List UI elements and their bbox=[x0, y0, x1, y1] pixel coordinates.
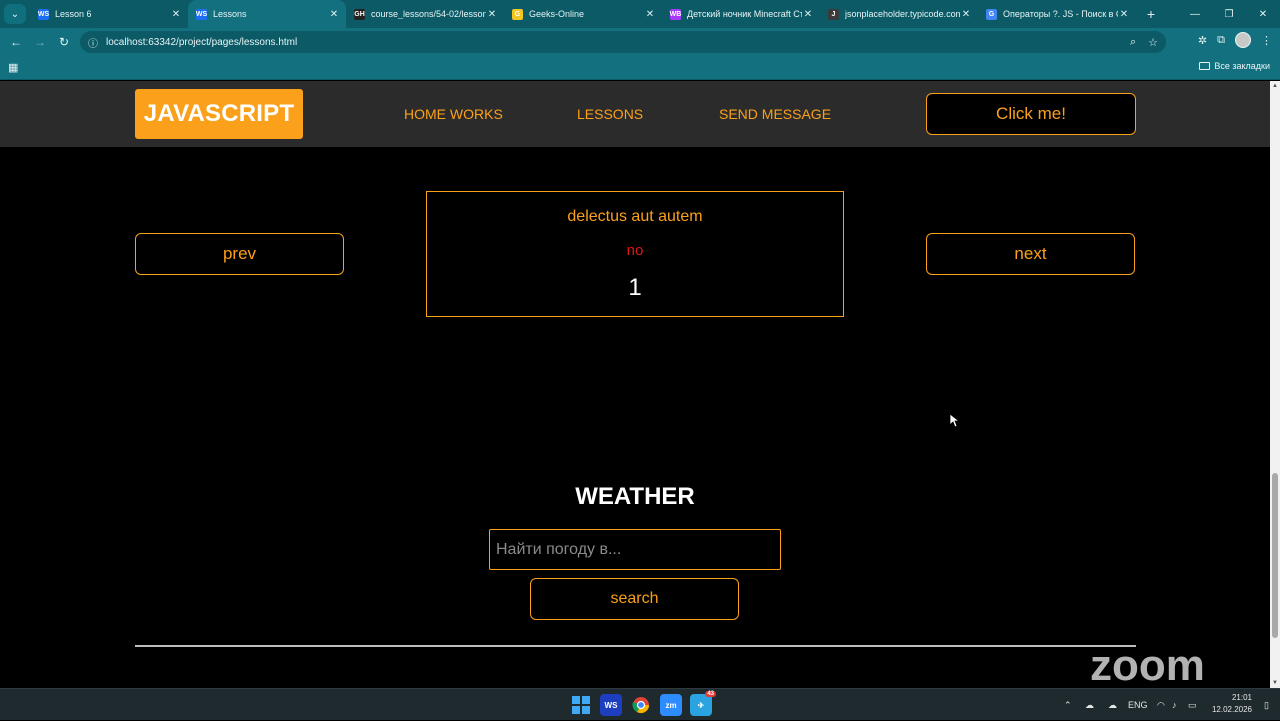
scroll-down-icon[interactable]: ▼ bbox=[1272, 680, 1278, 686]
browser-tab-strip: ⌄ WS Lesson 6 ✕ WS Lessons ✕ GH course_lessons/… bbox=[0, 0, 1280, 28]
nav-link-lessons[interactable]: LESSONS bbox=[577, 106, 643, 122]
site-header: JAVASCRIPT HOME WORKS LESSONS SEND MESSA… bbox=[0, 81, 1270, 147]
page-scrollbar[interactable]: ▲ ▼ bbox=[1270, 81, 1280, 688]
nav-link-home-works[interactable]: HOME WORKS bbox=[404, 106, 503, 122]
webstorm-app-icon[interactable]: WS bbox=[600, 694, 622, 716]
tab-title: Geeks-Online bbox=[529, 9, 585, 19]
tab-favicon-icon: WS bbox=[195, 8, 208, 20]
tab-favicon-icon: G bbox=[512, 8, 523, 20]
all-bookmarks-button[interactable]: Все закладки bbox=[1199, 61, 1270, 71]
new-tab-plus-icon[interactable]: + bbox=[1140, 6, 1162, 22]
windows-start-icon[interactable] bbox=[570, 694, 592, 716]
forward-arrow-icon[interactable]: → bbox=[28, 30, 52, 54]
tab-close-icon[interactable]: ✕ bbox=[802, 9, 814, 20]
system-clock[interactable]: 21:01 12.02.2026 bbox=[1212, 692, 1252, 716]
site-info-icon[interactable]: ⓘ bbox=[88, 35, 98, 50]
page-viewport: JAVASCRIPT HOME WORKS LESSONS SEND MESSA… bbox=[0, 81, 1270, 688]
zoom-watermark: zoom bbox=[1090, 641, 1205, 688]
zoom-magnifier-icon[interactable]: ⌕ bbox=[1130, 36, 1136, 49]
browser-tab[interactable]: GH course_lessons/54-02/lesson6/...✕ bbox=[346, 0, 504, 28]
restore-icon[interactable]: ❐ bbox=[1212, 0, 1246, 28]
next-button[interactable]: next bbox=[926, 233, 1135, 275]
scroll-thumb[interactable] bbox=[1272, 473, 1278, 638]
tab-title: Lessons bbox=[213, 9, 247, 19]
tab-favicon-icon: G bbox=[986, 8, 997, 20]
tab-close-icon[interactable]: ✕ bbox=[644, 9, 656, 20]
toolbar-actions: ✲ ⧉ ⋮ bbox=[1198, 32, 1272, 48]
chrome-app-icon[interactable] bbox=[630, 694, 652, 716]
clock-date: 12.02.2026 bbox=[1211, 705, 1252, 714]
todo-title: delectus aut autem bbox=[567, 208, 703, 225]
back-arrow-icon[interactable]: ← bbox=[4, 30, 28, 54]
weather-search-input[interactable] bbox=[489, 529, 781, 570]
scroll-up-icon[interactable]: ▲ bbox=[1272, 83, 1278, 89]
zoom-app-icon[interactable]: zm bbox=[660, 694, 682, 716]
divider-line bbox=[135, 645, 1136, 647]
extension-icon[interactable]: ✲ bbox=[1198, 34, 1207, 47]
browser-tab[interactable]: WB Детский ночник Minecraft Сти...✕ bbox=[662, 0, 820, 28]
mouse-cursor-icon bbox=[950, 414, 960, 428]
tab-list: WS Lesson 6 ✕ WS Lessons ✕ GH course_lessons/54… bbox=[30, 0, 1136, 28]
telegram-unread-badge: 43 bbox=[705, 691, 716, 697]
wifi-icon[interactable]: ◠ bbox=[1157, 689, 1165, 721]
input-language[interactable]: ENG bbox=[1128, 689, 1148, 721]
browser-toolbar: ← → ↻ ⓘ localhost:63342/project/pages/le… bbox=[0, 28, 1280, 56]
browser-tab[interactable]: WS Lesson 6 ✕ bbox=[30, 0, 188, 28]
windows-taskbar: WS zm ✈ 43 ⌃ ☁ ☁ ENG ◠ ♪ ▭ 21:01 12.02.20… bbox=[0, 688, 1280, 720]
tab-close-icon[interactable]: ✕ bbox=[328, 9, 340, 20]
click-me-button[interactable]: Click me! bbox=[926, 93, 1136, 135]
tab-title: Детский ночник Minecraft Сти... bbox=[687, 9, 802, 19]
apps-grid-icon[interactable]: ▦ bbox=[8, 61, 18, 74]
browser-tab[interactable]: WS Lessons ✕ bbox=[188, 0, 346, 28]
bookmark-star-icon[interactable]: ☆ bbox=[1148, 36, 1158, 49]
weather-search-button[interactable]: search bbox=[530, 578, 739, 620]
all-bookmarks-label: Все закладки bbox=[1214, 61, 1270, 71]
site-logo[interactable]: JAVASCRIPT bbox=[135, 89, 303, 139]
tab-close-icon[interactable]: ✕ bbox=[170, 9, 182, 20]
reload-icon[interactable]: ↻ bbox=[52, 30, 76, 54]
tab-favicon-icon: WB bbox=[669, 8, 682, 20]
tab-close-icon[interactable]: ✕ bbox=[486, 9, 498, 20]
address-bar[interactable]: ⓘ localhost:63342/project/pages/lessons.… bbox=[80, 31, 1166, 53]
minimize-icon[interactable]: — bbox=[1178, 0, 1212, 28]
weather-heading: WEATHER bbox=[575, 483, 695, 510]
volume-icon[interactable]: ♪ bbox=[1172, 689, 1177, 721]
profile-avatar[interactable] bbox=[1235, 32, 1251, 48]
prev-button[interactable]: prev bbox=[135, 233, 344, 275]
tab-search-chevron-icon[interactable]: ⌄ bbox=[4, 4, 26, 24]
tab-favicon-icon: J bbox=[828, 8, 839, 20]
folder-icon bbox=[1199, 62, 1211, 70]
tab-favicon-icon: WS bbox=[37, 8, 50, 20]
tray-app-icon[interactable]: ☁ bbox=[1085, 689, 1094, 721]
clock-time: 21:01 bbox=[1231, 693, 1252, 702]
tab-close-icon[interactable]: ✕ bbox=[960, 9, 972, 20]
battery-icon[interactable]: ▭ bbox=[1188, 689, 1197, 721]
tab-favicon-icon: GH bbox=[354, 8, 365, 20]
tab-title: Lesson 6 bbox=[55, 9, 92, 19]
url-text[interactable]: localhost:63342/project/pages/lessons.ht… bbox=[106, 37, 1118, 48]
nav-link-send-message[interactable]: SEND MESSAGE bbox=[719, 106, 831, 122]
tab-title: Операторы ?. JS - Поиск в Goo... bbox=[1003, 9, 1118, 19]
close-window-icon[interactable]: ✕ bbox=[1246, 0, 1280, 28]
tray-chevron-icon[interactable]: ⌃ bbox=[1064, 689, 1072, 721]
todo-card: delectus aut autem no 1 bbox=[426, 191, 844, 317]
todo-status: no bbox=[626, 242, 644, 259]
extensions-puzzle-icon[interactable]: ⧉ bbox=[1217, 34, 1225, 47]
browser-tab[interactable]: G Geeks-Online ✕ bbox=[504, 0, 662, 28]
bookmarks-bar: ▦ Все закладки bbox=[0, 56, 1280, 80]
window-controls: — ❐ ✕ bbox=[1178, 0, 1280, 28]
telegram-app-icon[interactable]: ✈ 43 bbox=[690, 691, 716, 716]
browser-tab[interactable]: G Операторы ?. JS - Поиск в Goo...✕ bbox=[978, 0, 1136, 28]
notifications-icon[interactable]: ▯ bbox=[1264, 689, 1269, 721]
tab-title: jsonplaceholder.typicode.com/... bbox=[845, 9, 960, 19]
todo-id: 1 bbox=[628, 274, 642, 301]
tray-cloud-icon[interactable]: ☁ bbox=[1108, 689, 1117, 721]
tab-title: course_lessons/54-02/lesson6/... bbox=[371, 9, 486, 19]
browser-tab[interactable]: Jjsonplaceholder.typicode.com/...✕ bbox=[820, 0, 978, 28]
tab-close-icon[interactable]: ✕ bbox=[1118, 9, 1130, 20]
browser-menu-icon[interactable]: ⋮ bbox=[1261, 34, 1272, 47]
